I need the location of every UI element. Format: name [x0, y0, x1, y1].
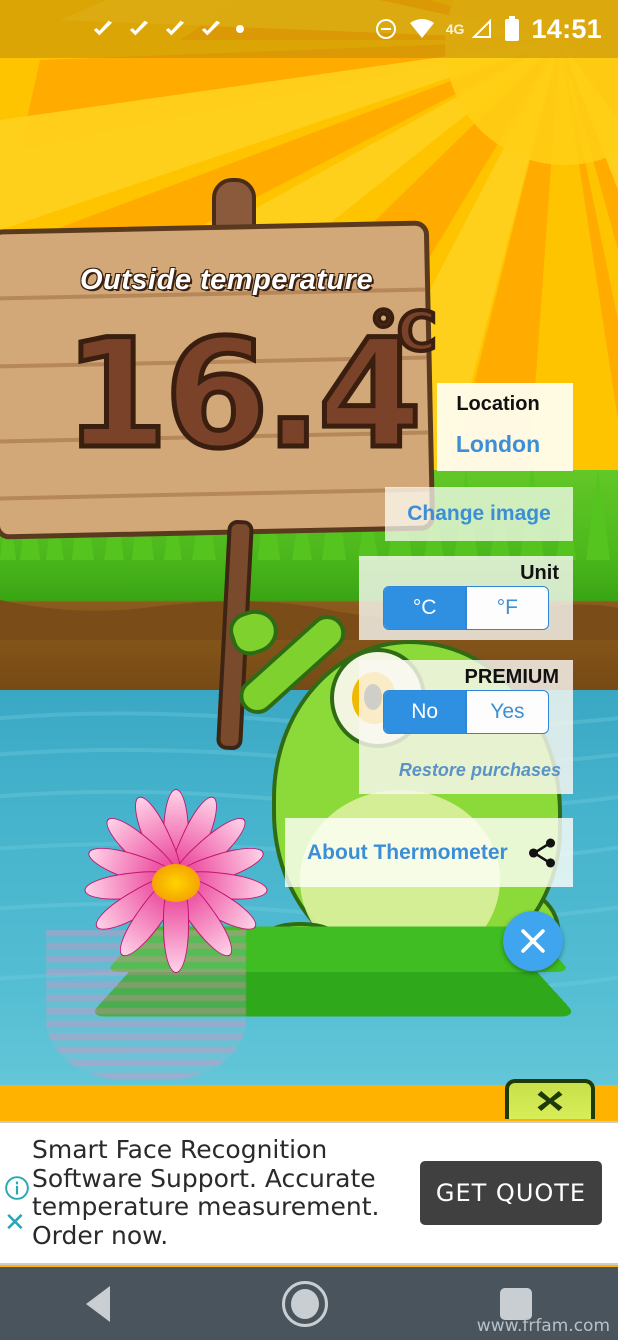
change-image-label: Change image — [407, 502, 551, 525]
battery-icon — [505, 16, 520, 41]
wifi-icon — [409, 19, 434, 38]
ad-body-text: Smart Face Recognition Software Support.… — [32, 1135, 380, 1250]
unit-panel: Unit °C °F — [359, 556, 573, 640]
info-icon[interactable] — [4, 1175, 30, 1201]
premium-option-no[interactable]: No — [384, 691, 466, 733]
do-not-disturb-icon — [375, 19, 396, 39]
clock: 14:51 — [531, 13, 602, 44]
unit-segmented-control[interactable]: °C °F — [383, 586, 549, 630]
site-watermark: www.frfam.com — [476, 1316, 610, 1336]
temperature-unit: °C — [368, 298, 439, 365]
lotus-center — [152, 864, 200, 902]
location-label: Location — [456, 393, 540, 415]
premium-option-yes[interactable]: Yes — [467, 691, 548, 733]
premium-label: PREMIUM — [464, 666, 559, 688]
check-icon — [201, 20, 221, 36]
ad-close-tab[interactable] — [505, 1079, 595, 1119]
recents-square-icon[interactable] — [500, 1287, 532, 1320]
status-bar: 4G 14:51 — [0, 0, 618, 58]
check-icon — [93, 20, 113, 36]
share-icon[interactable] — [525, 836, 559, 870]
ad-banner[interactable]: ✕ Smart Face Recognition Software Suppor… — [0, 1121, 618, 1265]
about-thermometer-label[interactable]: About Thermometer — [307, 841, 525, 865]
location-value[interactable]: London — [437, 431, 559, 458]
unit-option-celsius[interactable]: °C — [384, 587, 466, 629]
restore-purchases-link[interactable]: Restore purchases — [359, 760, 573, 781]
status-notifications — [92, 18, 244, 40]
ad-close-icon[interactable]: ✕ — [4, 1209, 26, 1235]
check-icon — [165, 20, 185, 36]
home-circle-icon[interactable] — [282, 1280, 328, 1327]
ad-cta-button[interactable]: GET QUOTE — [420, 1161, 602, 1225]
sign-title: Outside temperature — [80, 264, 374, 296]
change-image-button[interactable]: Change image — [385, 487, 573, 541]
network-type-label: 4G — [445, 21, 465, 37]
dot-icon — [236, 25, 244, 33]
signal-icon — [472, 18, 492, 38]
check-icon — [129, 20, 149, 36]
close-settings-button[interactable] — [503, 911, 563, 971]
close-icon — [521, 929, 545, 953]
unit-label: Unit — [520, 562, 559, 584]
premium-panel: PREMIUM No Yes Restore purchases — [359, 660, 573, 794]
status-system-icons: 4G 14:51 — [374, 13, 602, 44]
about-thermometer-row[interactable]: About Thermometer — [285, 818, 573, 887]
unit-option-fahrenheit[interactable]: °F — [467, 587, 548, 629]
phone-screen: Outside temperature 16.4 °C 4G 14:51 Loc… — [0, 0, 618, 1340]
back-triangle-icon[interactable] — [86, 1285, 110, 1322]
location-panel[interactable]: Location London — [437, 383, 573, 471]
lotus-flower — [66, 786, 286, 976]
close-x-icon — [537, 1091, 563, 1111]
premium-segmented-control[interactable]: No Yes — [383, 690, 549, 734]
